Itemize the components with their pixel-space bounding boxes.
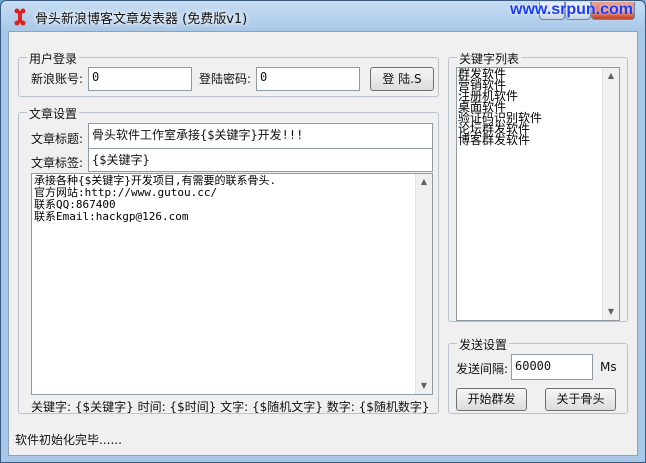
article-body-content: 承接各种{$关键字}开发项目,有需要的联系骨头. 官方网站:http://www…: [32, 174, 432, 224]
login-group: 用户登录 新浪账号: 0 登陆密码: 0 登 陆.S: [18, 50, 439, 97]
keyword-item[interactable]: 博客群发软件: [458, 134, 618, 146]
password-label: 登陆密码:: [199, 72, 252, 86]
client-area: 用户登录 新浪账号: 0 登陆密码: 0 登 陆.S 文章设置 文章标题: 骨头…: [8, 31, 638, 456]
title-bar[interactable]: 骨头新浪博客文章发表器 (免费版v1) www.srpun.com: [1, 1, 645, 31]
password-input[interactable]: 0: [256, 67, 360, 91]
article-title-input[interactable]: 骨头软件工作室承接{$关键字}开发!!!: [88, 123, 433, 149]
scroll-up-icon[interactable]: ▲: [603, 68, 619, 84]
bone-logo-icon: [14, 8, 26, 26]
watermark: www.srpun.com: [510, 1, 633, 18]
start-send-button[interactable]: 开始群发: [456, 388, 527, 411]
keywords-group: 关键字列表 群发软件 营销软件 注册机软件 桌面软件 验证码识别软件 论坛群发软…: [448, 50, 628, 322]
send-group-title: 发送设置: [457, 336, 510, 353]
keywords-content: 群发软件 营销软件 注册机软件 桌面软件 验证码识别软件 论坛群发软件 博客群发…: [457, 68, 619, 147]
window-title: 骨头新浪博客文章发表器 (免费版v1): [35, 12, 248, 27]
article-title-label: 文章标题:: [31, 132, 84, 146]
interval-unit: Ms: [600, 360, 617, 374]
scroll-up-icon[interactable]: ▲: [416, 174, 432, 190]
scroll-down-icon[interactable]: ▼: [416, 378, 432, 394]
status-text: 软件初始化完毕......: [15, 433, 122, 447]
article-body-textarea[interactable]: 承接各种{$关键字}开发项目,有需要的联系骨头. 官方网站:http://www…: [31, 173, 433, 395]
scroll-down-icon[interactable]: ▼: [603, 304, 619, 320]
send-group: 发送设置 发送间隔: 60000 Ms 开始群发 关于骨头: [448, 336, 628, 414]
login-group-title: 用户登录: [27, 50, 80, 67]
variables-hint: 关键字: {$关键字} 时间: {$时间} 文字: {$随机文字} 数字: {$…: [31, 400, 430, 414]
login-button[interactable]: 登 陆.S: [370, 67, 434, 91]
interval-input[interactable]: 60000: [511, 354, 593, 380]
article-group-title: 文章设置: [27, 105, 80, 122]
about-button[interactable]: 关于骨头: [545, 388, 616, 411]
article-body-scrollbar[interactable]: ▲ ▼: [415, 174, 432, 394]
app-window: 骨头新浪博客文章发表器 (免费版v1) www.srpun.com 用户登录 新…: [0, 0, 646, 463]
keywords-listbox[interactable]: 群发软件 营销软件 注册机软件 桌面软件 验证码识别软件 论坛群发软件 博客群发…: [456, 67, 620, 321]
account-label: 新浪账号:: [31, 72, 84, 86]
article-tag-input[interactable]: {$关键字}: [88, 148, 433, 172]
article-body-line: 联系Email:hackgp@126.com: [34, 210, 189, 223]
keywords-group-title: 关键字列表: [457, 50, 522, 67]
interval-label: 发送间隔:: [456, 362, 509, 376]
article-tag-label: 文章标签:: [31, 156, 84, 170]
article-group: 文章设置 文章标题: 骨头软件工作室承接{$关键字}开发!!! 文章标签: {$…: [18, 105, 439, 414]
keywords-scrollbar[interactable]: ▲ ▼: [602, 68, 619, 320]
account-input[interactable]: 0: [88, 67, 192, 91]
